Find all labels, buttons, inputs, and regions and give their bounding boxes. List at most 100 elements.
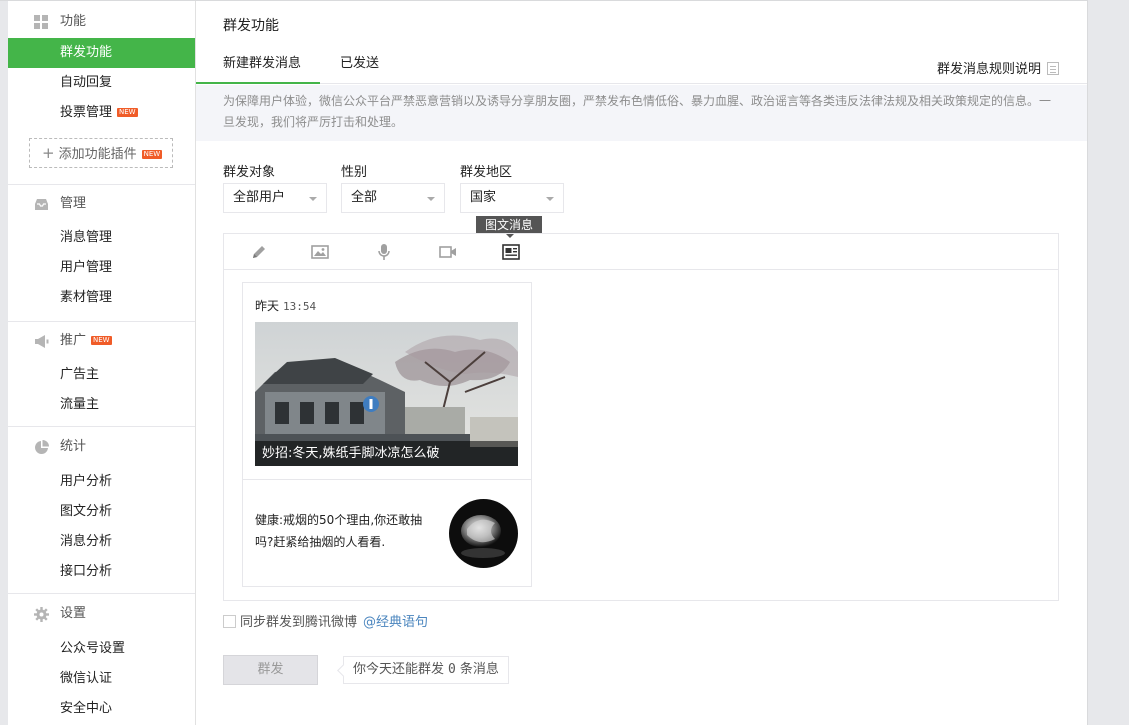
filter-label: 群发对象 bbox=[223, 165, 276, 180]
sidebar-item-user-analysis[interactable]: 用户分析 bbox=[8, 467, 195, 497]
sidebar-item-verification[interactable]: 微信认证 bbox=[8, 664, 195, 694]
sidebar-item-security-center[interactable]: 安全中心 bbox=[8, 694, 195, 724]
rules-link[interactable]: 群发消息规则说明 bbox=[937, 58, 1059, 77]
megaphone-icon bbox=[35, 335, 49, 348]
sidebar-item-label: 图文分析 bbox=[60, 504, 113, 519]
sub-article-title[interactable]: 健康:戒烟的50个理由,你还敢抽吗?赶紧给抽烟的人看看. bbox=[255, 509, 435, 553]
sync-weibo-row: 同步群发到腾讯微博 @经典语句 bbox=[223, 615, 428, 631]
new-badge: NEW bbox=[141, 150, 163, 159]
sidebar-item-article-analysis[interactable]: 图文分析 bbox=[8, 497, 195, 527]
filter-label: 群发地区 bbox=[460, 165, 513, 180]
new-badge: NEW bbox=[117, 108, 138, 117]
sidebar-item-label: 投票管理 bbox=[60, 105, 113, 120]
sidebar-group-title: 管理 bbox=[8, 185, 195, 223]
sidebar-item-vote[interactable]: 投票管理 NEW bbox=[8, 98, 195, 128]
sidebar-item-advertiser[interactable]: 广告主 bbox=[8, 360, 195, 390]
sidebar-group-title: 设置 bbox=[8, 594, 195, 634]
sidebar-item-label: 接口分析 bbox=[60, 564, 113, 579]
notice-banner: 为保障用户体验，微信公众平台严禁恶意营销以及诱导分享朋友圈，严禁发布色情低俗、暴… bbox=[196, 85, 1087, 141]
tooltip: 图文消息 bbox=[476, 216, 543, 238]
tab-sent[interactable]: 已发送 bbox=[340, 46, 379, 84]
sidebar-item-label: 群发功能 bbox=[60, 45, 113, 60]
document-icon bbox=[1047, 62, 1059, 75]
sidebar-group-title: 推广 NEW bbox=[8, 322, 195, 360]
sidebar-item-account-settings[interactable]: 公众号设置 bbox=[8, 634, 195, 664]
grid-icon bbox=[34, 15, 48, 29]
pencil-icon[interactable] bbox=[249, 242, 269, 262]
quota-prefix: 你今天还能群发 bbox=[353, 662, 445, 677]
chevron-down-icon bbox=[546, 197, 554, 201]
sidebar-item-label: 素材管理 bbox=[60, 290, 113, 305]
sidebar-group-label: 功能 bbox=[60, 14, 87, 29]
pie-chart-icon bbox=[35, 440, 49, 454]
sub-article-thumbnail[interactable] bbox=[449, 499, 518, 568]
sidebar-group-stats: 统计 用户分析 图文分析 消息分析 接口分析 bbox=[8, 427, 195, 587]
select-value: 国家 bbox=[470, 190, 497, 205]
chevron-down-icon bbox=[309, 197, 317, 201]
news-card[interactable]: 昨天 13:54 妙招:冬天,姝纸手脚冰凉怎么破 健康:戒烟的50个理由,你还敢… bbox=[242, 282, 532, 587]
target-select[interactable]: 全部用户 bbox=[223, 183, 327, 213]
card-time: 13:54 bbox=[283, 300, 317, 313]
add-plugin-label: 添加功能插件 bbox=[58, 147, 137, 162]
tab-label: 已发送 bbox=[340, 56, 380, 71]
rules-link-label: 群发消息规则说明 bbox=[936, 62, 1041, 77]
new-badge: NEW bbox=[91, 336, 112, 345]
scrollbar-track[interactable] bbox=[1087, 0, 1129, 725]
sync-weibo-label: 同步群发到腾讯微博 bbox=[240, 615, 358, 630]
sidebar-group-label: 推广 bbox=[60, 333, 87, 348]
news-icon[interactable] bbox=[501, 242, 521, 262]
main-panel: 群发功能 新建群发消息 已发送 群发消息规则说明 为保障用户体验，微信公众平台严… bbox=[196, 1, 1087, 725]
sidebar-group-title: 功能 bbox=[8, 1, 195, 43]
sidebar-item-label: 安全中心 bbox=[60, 701, 113, 716]
editor-toolbar bbox=[224, 234, 1058, 270]
card-divider bbox=[243, 479, 531, 480]
sidebar-item-mass-send[interactable]: 群发功能 bbox=[8, 38, 195, 68]
sidebar-item-label: 流量主 bbox=[60, 397, 100, 412]
add-plugin-button[interactable]: + 添加功能插件 NEW bbox=[29, 138, 173, 168]
chevron-down-icon bbox=[427, 197, 435, 201]
sidebar-item-auto-reply[interactable]: 自动回复 bbox=[8, 68, 195, 98]
flower-thumbnail bbox=[449, 499, 518, 568]
cover-image[interactable]: 妙招:冬天,姝纸手脚冰凉怎么破 bbox=[255, 322, 518, 466]
sidebar-group-title: 统计 bbox=[8, 427, 195, 467]
weibo-account-link[interactable]: @经典语句 bbox=[363, 615, 428, 630]
sidebar-item-label: 用户分析 bbox=[60, 474, 113, 489]
select-value: 全部 bbox=[351, 190, 378, 205]
sidebar-item-api-analysis[interactable]: 接口分析 bbox=[8, 557, 195, 587]
sidebar-item-label: 用户管理 bbox=[60, 260, 113, 275]
send-quota: 你今天还能群发 0 条消息 bbox=[343, 656, 509, 684]
message-editor: 昨天 13:54 妙招:冬天,姝纸手脚冰凉怎么破 健康:戒烟的50个理由,你还敢… bbox=[223, 233, 1059, 601]
region-select[interactable]: 国家 bbox=[460, 183, 564, 213]
image-icon[interactable] bbox=[310, 242, 330, 262]
quota-suffix: 条消息 bbox=[459, 662, 499, 677]
sidebar-item-users[interactable]: 用户管理 bbox=[8, 253, 195, 283]
sidebar-item-label: 自动回复 bbox=[60, 75, 113, 90]
sidebar-item-message-analysis[interactable]: 消息分析 bbox=[8, 527, 195, 557]
sidebar-group-label: 统计 bbox=[60, 439, 87, 454]
gender-select[interactable]: 全部 bbox=[341, 183, 445, 213]
card-date: 昨天 bbox=[255, 299, 280, 313]
microphone-icon[interactable] bbox=[374, 242, 394, 262]
card-timestamp: 昨天 13:54 bbox=[255, 297, 316, 314]
sidebar-item-label: 公众号设置 bbox=[60, 641, 126, 656]
sidebar-item-messages[interactable]: 消息管理 bbox=[8, 223, 195, 253]
cover-title: 妙招:冬天,姝纸手脚冰凉怎么破 bbox=[255, 441, 518, 466]
tab-label: 新建群发消息 bbox=[223, 56, 302, 71]
sidebar-item-label: 微信认证 bbox=[60, 671, 113, 686]
tab-new-mass-message[interactable]: 新建群发消息 bbox=[196, 46, 320, 84]
filter-region: 群发地区 国家 bbox=[460, 161, 564, 213]
plus-icon: + bbox=[42, 144, 55, 162]
sidebar-item-publisher[interactable]: 流量主 bbox=[8, 390, 195, 420]
page-title: 群发功能 bbox=[223, 18, 279, 34]
select-value: 全部用户 bbox=[233, 190, 286, 205]
video-icon[interactable] bbox=[438, 242, 458, 262]
filter-gender: 性别 全部 bbox=[341, 161, 445, 213]
sidebar-item-materials[interactable]: 素材管理 bbox=[8, 283, 195, 313]
sync-weibo-checkbox[interactable] bbox=[223, 615, 236, 628]
sidebar-group-label: 管理 bbox=[60, 196, 87, 211]
quota-count: 0 bbox=[448, 662, 456, 677]
gear-icon bbox=[34, 607, 49, 622]
tab-bar: 新建群发消息 已发送 群发消息规则说明 bbox=[196, 46, 1087, 84]
send-button[interactable]: 群发 bbox=[223, 655, 318, 685]
inbox-icon bbox=[35, 199, 48, 210]
